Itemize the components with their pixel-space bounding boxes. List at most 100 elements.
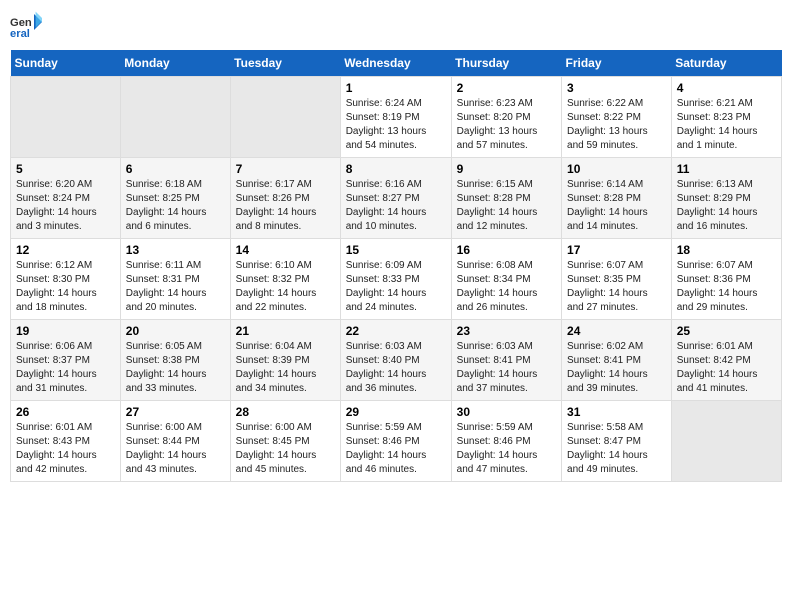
col-header-friday: Friday — [562, 50, 672, 77]
calendar-cell: 14Sunrise: 6:10 AMSunset: 8:32 PMDayligh… — [230, 239, 340, 320]
day-number: 21 — [236, 324, 335, 338]
day-number: 19 — [16, 324, 115, 338]
cell-content: Sunrise: 6:03 AMSunset: 8:41 PMDaylight:… — [457, 340, 556, 396]
calendar-week-1: 1 Sunrise: 6:24 AMSunset: 8:19 PMDaylight… — [11, 77, 782, 158]
day-number: 4 — [677, 81, 776, 95]
calendar-cell: 8Sunrise: 6:16 AMSunset: 8:27 PMDaylight… — [340, 158, 451, 239]
calendar-cell: 21 Sunrise: 6:04 AMSunset: 8:39 PMDayligh… — [230, 320, 340, 401]
cell-content: Sunrise: 6:13 AMSunset: 8:29 PMDaylight:… — [677, 178, 776, 234]
logo-icon: Gen eral — [10, 10, 42, 42]
day-number: 20 — [126, 324, 225, 338]
calendar-cell — [11, 77, 121, 158]
col-header-thursday: Thursday — [451, 50, 561, 77]
cell-content: Sunrise: 6:00 AMSunset: 8:44 PMDaylight:… — [126, 421, 225, 477]
day-number: 28 — [236, 405, 335, 419]
col-header-wednesday: Wednesday — [340, 50, 451, 77]
calendar-cell: 16 Sunrise: 6:08 AMSunset: 8:34 PMDayligh… — [451, 239, 561, 320]
cell-content: Sunrise: 6:07 AMSunset: 8:35 PMDaylight:… — [567, 259, 666, 315]
day-number: 1 — [346, 81, 446, 95]
day-number: 27 — [126, 405, 225, 419]
calendar-cell: 26 Sunrise: 6:01 AMSunset: 8:43 PMDayligh… — [11, 401, 121, 482]
day-number: 24 — [567, 324, 666, 338]
calendar-cell: 20 Sunrise: 6:05 AMSunset: 8:38 PMDayligh… — [120, 320, 230, 401]
day-number: 30 — [457, 405, 556, 419]
calendar-week-5: 26 Sunrise: 6:01 AMSunset: 8:43 PMDayligh… — [11, 401, 782, 482]
day-number: 13 — [126, 243, 225, 257]
page-header: Gen eral — [10, 10, 782, 42]
svg-text:eral: eral — [10, 28, 30, 40]
day-number: 26 — [16, 405, 115, 419]
cell-content: Sunrise: 6:22 AMSunset: 8:22 PMDaylight:… — [567, 97, 666, 153]
day-number: 15 — [346, 243, 446, 257]
day-number: 17 — [567, 243, 666, 257]
calendar-cell: 5Sunrise: 6:20 AMSunset: 8:24 PMDaylight… — [11, 158, 121, 239]
cell-content: Sunrise: 6:05 AMSunset: 8:38 PMDaylight:… — [126, 340, 225, 396]
cell-content: Sunrise: 6:07 AMSunset: 8:36 PMDaylight:… — [677, 259, 776, 315]
calendar-cell: 29 Sunrise: 5:59 AMSunset: 8:46 PMDayligh… — [340, 401, 451, 482]
calendar-cell: 23Sunrise: 6:03 AMSunset: 8:41 PMDayligh… — [451, 320, 561, 401]
svg-text:Gen: Gen — [10, 17, 32, 29]
day-number: 2 — [457, 81, 556, 95]
calendar-week-4: 19 Sunrise: 6:06 AMSunset: 8:37 PMDayligh… — [11, 320, 782, 401]
day-number: 9 — [457, 162, 556, 176]
calendar-week-3: 12 Sunrise: 6:12 AMSunset: 8:30 PMDayligh… — [11, 239, 782, 320]
calendar-cell: 13 Sunrise: 6:11 AMSunset: 8:31 PMDayligh… — [120, 239, 230, 320]
cell-content: Sunrise: 6:10 AMSunset: 8:32 PMDaylight:… — [236, 259, 335, 315]
calendar-cell: 28 Sunrise: 6:00 AMSunset: 8:45 PMDayligh… — [230, 401, 340, 482]
calendar-cell: 30Sunrise: 5:59 AMSunset: 8:46 PMDayligh… — [451, 401, 561, 482]
cell-content: Sunrise: 5:58 AMSunset: 8:47 PMDaylight:… — [567, 421, 666, 477]
calendar-week-2: 5Sunrise: 6:20 AMSunset: 8:24 PMDaylight… — [11, 158, 782, 239]
calendar-cell: 2 Sunrise: 6:23 AMSunset: 8:20 PMDaylight… — [451, 77, 561, 158]
cell-content: Sunrise: 6:04 AMSunset: 8:39 PMDaylight:… — [236, 340, 335, 396]
day-number: 16 — [457, 243, 556, 257]
cell-content: Sunrise: 5:59 AMSunset: 8:46 PMDaylight:… — [346, 421, 446, 477]
logo: Gen eral — [10, 10, 46, 42]
day-number: 29 — [346, 405, 446, 419]
cell-content: Sunrise: 6:16 AMSunset: 8:27 PMDaylight:… — [346, 178, 446, 234]
calendar-cell — [671, 401, 781, 482]
calendar-cell: 3 Sunrise: 6:22 AMSunset: 8:22 PMDaylight… — [562, 77, 672, 158]
calendar-cell: 15 Sunrise: 6:09 AMSunset: 8:33 PMDayligh… — [340, 239, 451, 320]
calendar-cell — [120, 77, 230, 158]
col-header-monday: Monday — [120, 50, 230, 77]
calendar-cell: 19 Sunrise: 6:06 AMSunset: 8:37 PMDayligh… — [11, 320, 121, 401]
day-number: 3 — [567, 81, 666, 95]
day-number: 10 — [567, 162, 666, 176]
cell-content: Sunrise: 6:08 AMSunset: 8:34 PMDaylight:… — [457, 259, 556, 315]
cell-content: Sunrise: 6:17 AMSunset: 8:26 PMDaylight:… — [236, 178, 335, 234]
cell-content: Sunrise: 6:01 AMSunset: 8:42 PMDaylight:… — [677, 340, 776, 396]
day-number: 22 — [346, 324, 446, 338]
day-number: 31 — [567, 405, 666, 419]
cell-content: Sunrise: 6:01 AMSunset: 8:43 PMDaylight:… — [16, 421, 115, 477]
calendar-cell: 18Sunrise: 6:07 AMSunset: 8:36 PMDayligh… — [671, 239, 781, 320]
cell-content: Sunrise: 6:00 AMSunset: 8:45 PMDaylight:… — [236, 421, 335, 477]
col-header-tuesday: Tuesday — [230, 50, 340, 77]
cell-content: Sunrise: 6:23 AMSunset: 8:20 PMDaylight:… — [457, 97, 556, 153]
cell-content: Sunrise: 6:02 AMSunset: 8:41 PMDaylight:… — [567, 340, 666, 396]
cell-content: Sunrise: 6:21 AMSunset: 8:23 PMDaylight:… — [677, 97, 776, 153]
cell-content: Sunrise: 6:11 AMSunset: 8:31 PMDaylight:… — [126, 259, 225, 315]
cell-content: Sunrise: 6:12 AMSunset: 8:30 PMDaylight:… — [16, 259, 115, 315]
cell-content: Sunrise: 6:24 AMSunset: 8:19 PMDaylight:… — [346, 97, 446, 153]
calendar-cell: 11 Sunrise: 6:13 AMSunset: 8:29 PMDayligh… — [671, 158, 781, 239]
cell-content: Sunrise: 6:06 AMSunset: 8:37 PMDaylight:… — [16, 340, 115, 396]
calendar-cell: 27 Sunrise: 6:00 AMSunset: 8:44 PMDayligh… — [120, 401, 230, 482]
calendar-cell: 4 Sunrise: 6:21 AMSunset: 8:23 PMDaylight… — [671, 77, 781, 158]
calendar-cell: 7 Sunrise: 6:17 AMSunset: 8:26 PMDaylight… — [230, 158, 340, 239]
cell-content: Sunrise: 6:18 AMSunset: 8:25 PMDaylight:… — [126, 178, 225, 234]
calendar-table: SundayMondayTuesdayWednesdayThursdayFrid… — [10, 50, 782, 482]
calendar-cell: 9Sunrise: 6:15 AMSunset: 8:28 PMDaylight… — [451, 158, 561, 239]
cell-content: Sunrise: 6:03 AMSunset: 8:40 PMDaylight:… — [346, 340, 446, 396]
calendar-cell: 31 Sunrise: 5:58 AMSunset: 8:47 PMDayligh… — [562, 401, 672, 482]
calendar-cell: 12 Sunrise: 6:12 AMSunset: 8:30 PMDayligh… — [11, 239, 121, 320]
cell-content: Sunrise: 6:09 AMSunset: 8:33 PMDaylight:… — [346, 259, 446, 315]
calendar-cell: 10 Sunrise: 6:14 AMSunset: 8:28 PMDayligh… — [562, 158, 672, 239]
day-number: 12 — [16, 243, 115, 257]
col-header-sunday: Sunday — [11, 50, 121, 77]
cell-content: Sunrise: 6:20 AMSunset: 8:24 PMDaylight:… — [16, 178, 115, 234]
calendar-header-row: SundayMondayTuesdayWednesdayThursdayFrid… — [11, 50, 782, 77]
day-number: 7 — [236, 162, 335, 176]
day-number: 11 — [677, 162, 776, 176]
calendar-cell: 22 Sunrise: 6:03 AMSunset: 8:40 PMDayligh… — [340, 320, 451, 401]
cell-content: Sunrise: 6:14 AMSunset: 8:28 PMDaylight:… — [567, 178, 666, 234]
